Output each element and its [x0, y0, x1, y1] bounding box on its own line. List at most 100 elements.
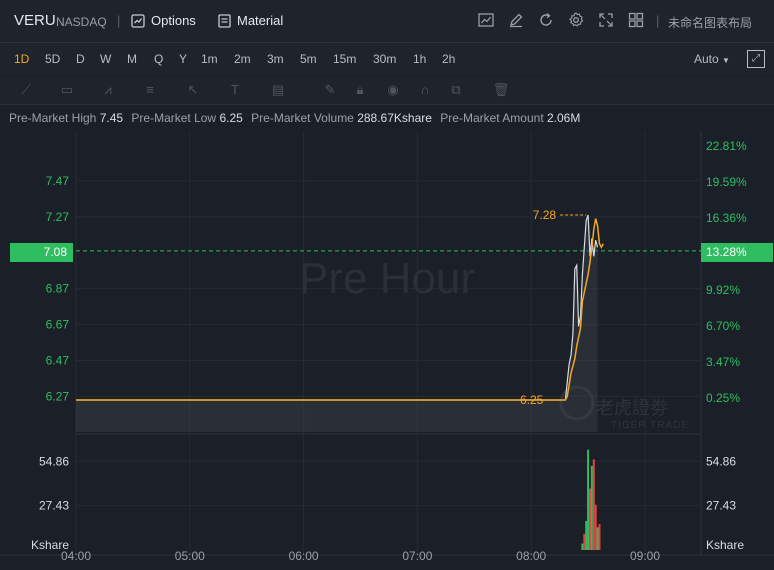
volume-tick-label: 27.43 — [39, 499, 69, 513]
volume-tick-label: 27.43 — [706, 499, 736, 513]
symbol-label[interactable]: VERU — [14, 12, 56, 29]
measure-tool-icon[interactable]: ▤ — [268, 81, 288, 99]
premarket-stats: Pre-Market High 7.45 Pre-Market Low 6.25… — [0, 105, 774, 131]
price-tick-label: 6.87 — [46, 282, 70, 296]
brand-watermark-en: TIGER TRADE — [611, 420, 689, 431]
divider: | — [656, 13, 660, 28]
percent-tick-label: 3.47% — [706, 355, 740, 369]
chart-type-icon[interactable] — [477, 11, 495, 29]
period-1d[interactable]: 1D — [14, 52, 29, 66]
volume-bar — [585, 520, 588, 550]
time-tick-label: 09:00 — [630, 549, 660, 563]
volume-bar — [581, 543, 584, 550]
fullscreen-icon[interactable]: ⤢ — [747, 50, 765, 68]
period-5m[interactable]: 5m — [300, 52, 317, 66]
close-price-line — [76, 214, 599, 401]
period-3m[interactable]: 3m — [267, 52, 284, 66]
percent-tick-label: 22.81% — [706, 139, 747, 153]
grid-lines — [0, 131, 774, 556]
caret-down-icon: ▼ — [722, 56, 730, 65]
scale-mode-dropdown[interactable]: Auto ▼ — [694, 52, 730, 66]
axis-labels: 7.47 7.27 6.87 6.67 6.47 6.27 22.81% 19.59% 16.3… — [31, 139, 747, 563]
volume-bar — [590, 465, 593, 550]
layout-name[interactable]: 未命名图表布局 — [668, 14, 752, 31]
price-lines — [76, 214, 604, 401]
top-header: VERU NASDAQ | Options Material | 未命名图表布局 — [0, 0, 774, 43]
copy-icon[interactable]: ⧉ — [446, 81, 466, 99]
high-value: 7.45 — [99, 111, 124, 125]
volume-label: Pre-Market Volume — [251, 111, 354, 125]
volume-bars — [581, 449, 601, 550]
brand-watermark-cn: 老虎證劵 — [596, 398, 668, 419]
time-tick-label: 04:00 — [61, 549, 91, 563]
pencil-tool-icon[interactable]: ✎ — [320, 81, 340, 99]
options-icon — [131, 13, 145, 28]
draw-icon[interactable] — [507, 11, 525, 29]
period-30m[interactable]: 30m — [373, 52, 396, 66]
divider: | — [117, 13, 121, 28]
drawing-toolbar: ⟋ ▭ ⩘ ≡ ↖ T ▤ ✎ 🔒︎ ◉ ∩ ⧉ 🗑︎ — [0, 76, 774, 105]
pre-hour-watermark: Pre Hour — [299, 254, 475, 303]
period-day[interactable]: D — [76, 52, 85, 66]
price-tick-label: 6.47 — [46, 353, 70, 367]
document-icon — [218, 13, 231, 28]
volume-bar — [583, 533, 586, 550]
expand-icon[interactable] — [597, 11, 615, 29]
arrow-tool-icon[interactable]: ↖ — [183, 81, 203, 99]
period-5d[interactable]: 5D — [45, 52, 60, 66]
low-marker-label: 6.25 — [520, 393, 544, 407]
lock-icon[interactable]: 🔒︎ — [350, 81, 370, 99]
current-price-badge: 7.08 — [10, 243, 73, 262]
gear-icon[interactable] — [567, 11, 585, 29]
period-month[interactable]: M — [127, 52, 137, 66]
pattern-tool-icon[interactable]: ⩘ — [98, 81, 118, 99]
scale-mode-label: Auto — [694, 52, 719, 66]
low-label: Pre-Market Low — [131, 111, 217, 125]
price-chart[interactable]: Pre Hour 老虎證劵 TIGER TRADE 7.286.25 7.477… — [0, 131, 774, 570]
percent-tick-label: 9.92% — [706, 283, 740, 297]
volume-bar — [596, 527, 599, 550]
layout-grid-icon[interactable] — [627, 11, 645, 29]
period-2m[interactable]: 2m — [234, 52, 251, 66]
current-percent-badge: 13.28% — [701, 243, 773, 262]
eye-icon[interactable]: ◉ — [383, 81, 403, 99]
period-quarter[interactable]: Q — [154, 52, 163, 66]
material-button[interactable]: Material — [218, 13, 283, 28]
time-tick-label: 08:00 — [516, 549, 546, 563]
period-2h[interactable]: 2h — [442, 52, 455, 66]
options-button[interactable]: Options — [131, 13, 196, 28]
high-marker-label: 7.28 — [533, 208, 557, 222]
options-label: Options — [151, 13, 196, 28]
exchange-label: NASDAQ — [56, 15, 107, 29]
price-tick-label: 6.27 — [46, 389, 70, 403]
percent-tick-label: 16.36% — [706, 211, 747, 225]
period-15m[interactable]: 15m — [333, 52, 356, 66]
percent-tick-label: 0.25% — [706, 391, 740, 405]
period-1h[interactable]: 1h — [413, 52, 426, 66]
trash-icon[interactable]: 🗑︎ — [491, 81, 511, 99]
percent-tick-label: 6.70% — [706, 319, 740, 333]
fib-tool-icon[interactable]: ≡ — [140, 81, 160, 99]
period-week[interactable]: W — [100, 52, 111, 66]
period-1m[interactable]: 1m — [201, 52, 218, 66]
time-tick-label: 07:00 — [402, 549, 432, 563]
amount-value: 2.06M — [547, 111, 581, 125]
magnet-icon[interactable]: ∩ — [415, 81, 435, 99]
refresh-icon[interactable] — [537, 11, 555, 29]
amount-label: Pre-Market Amount — [440, 111, 544, 125]
volume-tick-label: 54.86 — [39, 454, 69, 468]
rectangle-tool-icon[interactable]: ▭ — [57, 81, 77, 99]
period-bar: 1D 5D D W M Q Y 1m 2m 3m 5m 15m 30m 1h 2… — [0, 43, 774, 75]
percent-tick-label: 19.59% — [706, 175, 747, 189]
price-tick-label: 7.27 — [46, 210, 70, 224]
line-tool-icon[interactable]: ⟋ — [16, 81, 36, 99]
volume-bar — [588, 488, 591, 550]
material-label: Material — [237, 13, 284, 28]
volume-bar — [592, 459, 595, 550]
period-year[interactable]: Y — [179, 52, 187, 66]
volume-bar — [598, 524, 601, 550]
text-tool-icon[interactable]: T — [225, 81, 245, 99]
volume-bar — [587, 449, 590, 550]
average-price-line — [76, 218, 604, 401]
volume-unit-label: Kshare — [706, 538, 744, 552]
